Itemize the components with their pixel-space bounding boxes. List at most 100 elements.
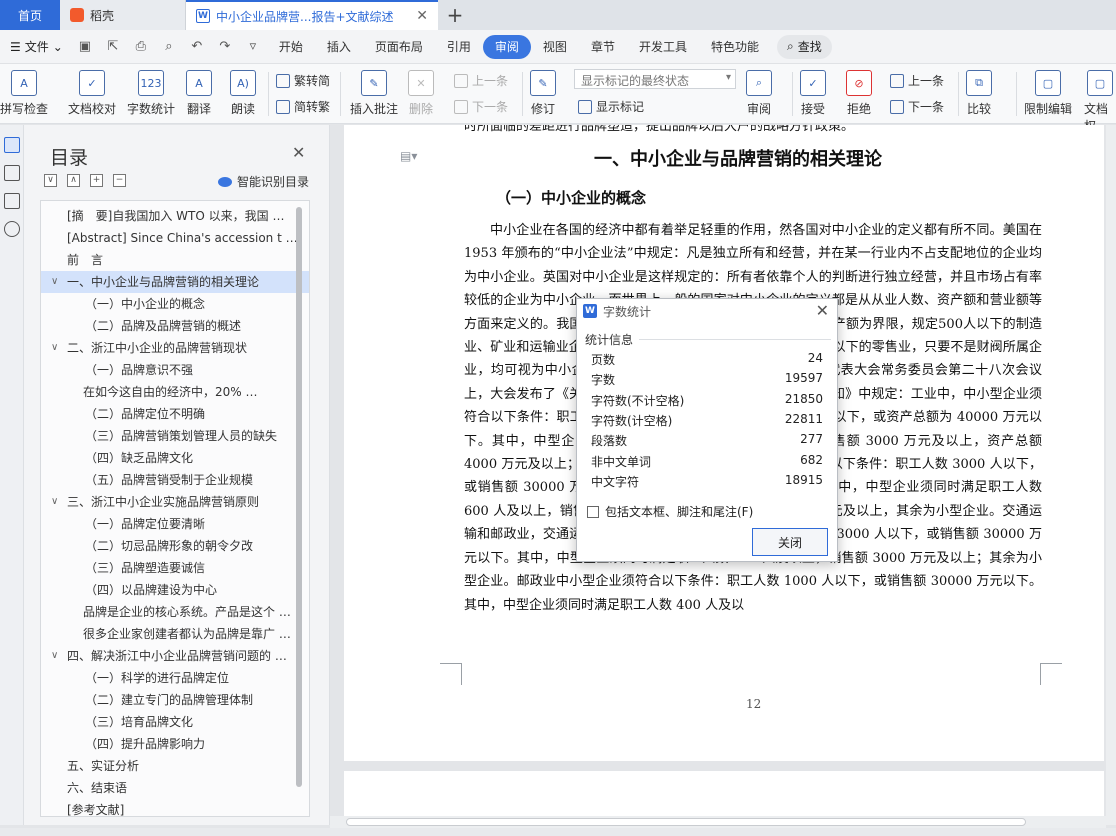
translate-button[interactable]: A 翻译 [186,70,212,117]
bookmark-icon[interactable] [3,193,20,209]
toc-item[interactable]: （五）品牌营销受制于企业规模 [41,469,309,491]
delete-comment-button[interactable]: ✕ 删除 [408,70,434,117]
toc-item[interactable]: （一）中小企业的概念 [41,293,309,315]
spell-check-button[interactable]: A 拼写检查 [0,70,48,117]
toc-item[interactable]: （一）科学的进行品牌定位 [41,667,309,689]
toc-item[interactable]: （二）品牌及品牌营销的概述 [41,315,309,337]
add-level-icon[interactable]: + [90,174,103,187]
expand-arrow-icon[interactable]: ∨ [51,491,58,513]
markup-state-select[interactable]: 显示标记的最终状态 [574,69,736,89]
more-icon[interactable]: ▿ [244,39,262,55]
accept-button[interactable]: ✓ 接受 [800,70,826,117]
doc-proof-button[interactable]: ✓ 文档校对 [68,70,116,117]
reject-button[interactable]: ⊘ 拒绝 [846,70,872,117]
toc-panel-icon[interactable] [3,137,20,153]
menu-tab-references[interactable]: 引用 [435,35,483,59]
dialog-close-icon[interactable]: ✕ [816,301,829,320]
toc-item[interactable]: （二）建立专门的品牌管理体制 [41,689,309,711]
vertical-scrollbar[interactable] [1106,125,1116,825]
toc-item[interactable]: （四）以品牌建设为中心 [41,579,309,601]
toc-item[interactable]: ∨ 三、浙江中小企业实施品牌营销原则 [41,491,309,513]
menu-tab-developer[interactable]: 开发工具 [627,35,699,59]
toc-item[interactable]: ∨ 二、浙江中小企业的品牌营销现状 [41,337,309,359]
collapse-all-icon[interactable]: ∨ [44,174,57,187]
review-pane-button[interactable]: ⌕ 审阅 [746,70,772,117]
search-panel-icon[interactable] [3,221,20,237]
show-markup-button[interactable]: 显示标记 [578,98,644,115]
print-preview-icon[interactable]: ⌕ [160,39,178,55]
revise-button[interactable]: ✎ 修订 [530,70,556,117]
print-icon[interactable]: ⎙ [132,39,150,55]
toc-close-icon[interactable]: ✕ [292,143,305,162]
toc-item[interactable]: （三）品牌塑造要诚信 [41,557,309,579]
toc-item[interactable]: [参考文献] [41,799,309,816]
include-textbox-checkbox[interactable]: 包括文本框、脚注和尾注(F) [587,503,753,520]
next-change-button[interactable]: 下一条 [890,98,944,115]
smart-toc-button[interactable]: 智能识别目录 [218,173,309,190]
toc-item[interactable]: （二）品牌定位不明确 [41,403,309,425]
insert-comment-button[interactable]: ✎ 插入批注 [350,70,398,117]
toc-item[interactable]: 很多企业家创建者都认为品牌是靠广 … [41,623,309,645]
undo-icon[interactable]: ↶ [188,39,206,55]
new-tab-button[interactable]: + [438,0,472,30]
search-button[interactable]: ⌕ 查找 [776,34,832,59]
restrict-edit-button[interactable]: ▢ 限制编辑 [1024,70,1072,117]
paragraph-format-icon[interactable]: ▤▾ [400,149,417,163]
remove-level-icon[interactable]: − [113,174,126,187]
tab-docer[interactable]: 稻壳 [60,0,186,30]
toc-item[interactable]: 在如今这自由的经济中，20% … [41,381,309,403]
review-pane-icon: ⌕ [746,70,772,96]
toc-item[interactable]: （二）切忌品牌形象的朝令夕改 [41,535,309,557]
menu-tab-insert[interactable]: 插入 [315,35,363,59]
toc-item[interactable]: 前 言 [41,249,309,271]
compare-button[interactable]: ⧉ 比较 [966,70,992,117]
horizontal-scrollbar[interactable] [330,816,1106,828]
toc-item[interactable]: 五、实证分析 [41,755,309,777]
word-count-dialog: W 字数统计 ✕ 统计信息 页数 24 字数 19597 字符数(不计空格) 21850 字… [576,298,838,562]
expand-all-icon[interactable]: ∧ [67,174,80,187]
menu-tab-chapter[interactable]: 章节 [579,35,627,59]
tab-close-icon[interactable]: ✕ [416,8,428,24]
tab-home[interactable]: 首页 [0,0,60,30]
menu-tab-start[interactable]: 开始 [267,35,315,59]
toc-item[interactable]: （三）品牌营销策划管理人员的缺失 [41,425,309,447]
export-icon[interactable]: ⇱ [104,39,122,55]
prev-change-button[interactable]: 上一条 [890,72,944,89]
toc-item[interactable]: （三）培育品牌文化 [41,711,309,733]
horizontal-scroll-thumb[interactable] [346,818,1026,826]
toc-scrollbar[interactable] [296,207,302,787]
toc-item[interactable]: [摘 要]自我国加入 WTO 以来，我国 … [41,205,309,227]
toc-item[interactable]: （四）缺乏品牌文化 [41,447,309,469]
menu-tab-features[interactable]: 特色功能 [699,35,771,59]
save-icon[interactable]: ▣ [76,39,94,55]
toc-item[interactable]: 品牌是企业的核心系统。产品是这个 … [41,601,309,623]
redo-icon[interactable]: ↷ [216,39,234,55]
menu-tab-layout[interactable]: 页面布局 [363,35,435,59]
chapter-nav-icon[interactable] [3,165,20,181]
word-count-button[interactable]: 123 字数统计 [127,70,175,117]
expand-arrow-icon[interactable]: ∨ [51,337,58,359]
read-aloud-button[interactable]: A) 朗读 [230,70,256,117]
toc-item[interactable]: （一）品牌意识不强 [41,359,309,381]
simp-to-trad-button[interactable]: 简转繁 [276,98,330,115]
toc-item[interactable]: ∨ 一、中小企业与品牌营销的相关理论 [41,271,309,293]
stat-value: 682 [800,452,823,467]
expand-arrow-icon[interactable]: ∨ [51,271,58,293]
next-comment-button[interactable]: 下一条 [454,98,508,115]
menu-tab-view[interactable]: 视图 [531,35,579,59]
toc-item[interactable]: （四）提升品牌影响力 [41,733,309,755]
trad-to-simp-button[interactable]: 繁转简 [276,72,330,89]
toc-item-label: 品牌是企业的核心系统。产品是这个 … [83,605,291,619]
menu-tab-review[interactable]: 审阅 [482,34,531,59]
toc-item[interactable]: 六、结束语 [41,777,309,799]
file-menu[interactable]: ☰ 文件 ⌄ [2,38,71,55]
checkbox-box[interactable] [587,505,599,518]
toc-item[interactable]: ∨ 四、解决浙江中小企业品牌营销问题的 … [41,645,309,667]
expand-arrow-icon[interactable]: ∨ [51,645,58,667]
close-button[interactable]: 关闭 [752,528,828,556]
toc-item[interactable]: （一）品牌定位要清晰 [41,513,309,535]
stat-row: 页数 24 [591,351,823,371]
prev-comment-button[interactable]: 上一条 [454,72,508,89]
toc-item[interactable]: [Abstract] Since China's accession t … [41,227,309,249]
tab-document[interactable]: W 中小企业品牌营...报告+文献综述 ✕ [186,0,438,30]
